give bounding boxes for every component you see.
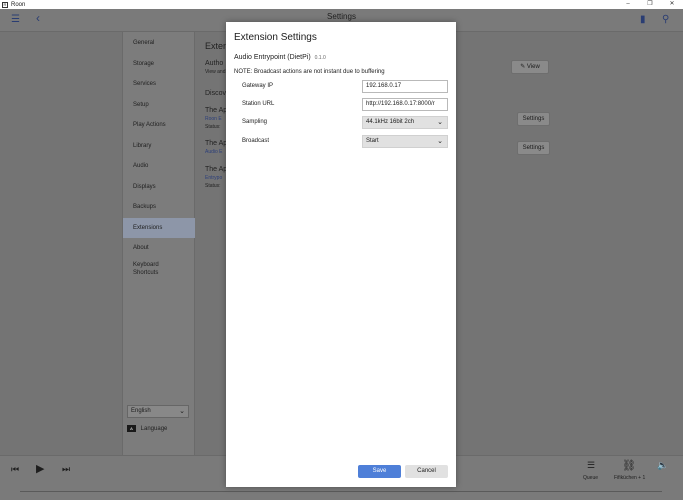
dialog-title: Extension Settings: [234, 32, 317, 43]
maximize-button[interactable]: ❐: [639, 0, 661, 9]
cancel-button[interactable]: Cancel: [405, 465, 448, 478]
nav-item-play-actions[interactable]: Play Actions: [133, 122, 166, 128]
language-row: A Language: [127, 425, 167, 432]
nav-item-displays[interactable]: Displays: [133, 184, 156, 190]
broadcast-label: Broadcast: [242, 138, 270, 144]
chevron-down-icon: ⌄: [437, 138, 443, 145]
window-controls: – ❐ ✕: [617, 0, 683, 9]
zone-label[interactable]: Fifiküchen + 1: [614, 475, 645, 481]
previous-track-icon[interactable]: ⏮: [11, 464, 19, 475]
language-label: Language: [140, 426, 168, 433]
sampling-select[interactable]: 44.1kHz 16bit 2ch ⌄: [362, 116, 448, 129]
nav-item-keyboard[interactable]: Keyboard: [133, 262, 159, 268]
window-titlebar: R Roon – ❐ ✕: [0, 0, 683, 9]
broadcast-value: Start: [366, 138, 379, 144]
extension-name: Audio Entrypoint (DietPi): [234, 54, 311, 61]
extension-version: 0.1.0: [314, 55, 326, 61]
minimize-button[interactable]: –: [617, 0, 639, 9]
queue-icon[interactable]: ☰: [587, 460, 595, 471]
save-button[interactable]: Save: [358, 465, 401, 478]
queue-label[interactable]: Queue: [583, 475, 598, 481]
sampling-label: Sampling: [242, 119, 268, 125]
nav-item-extensions[interactable]: Extensions: [133, 225, 162, 231]
buffering-note: NOTE: Broadcast actions are not instant …: [234, 69, 385, 75]
nav-item-backups[interactable]: Backups: [133, 204, 156, 210]
zone-link-icon[interactable]: ⛓: [622, 459, 636, 472]
search-icon[interactable]: ⚲: [662, 14, 669, 25]
nav-item-storage[interactable]: Storage: [133, 61, 154, 67]
nav-item-setup[interactable]: Setup: [133, 102, 149, 108]
extension-name-line: Audio Entrypoint (DietPi) 0.1.0: [234, 54, 326, 61]
extension-2-settings-button[interactable]: Settings: [517, 141, 550, 155]
broadcast-select[interactable]: Start ⌄: [362, 135, 448, 148]
next-track-icon[interactable]: ⏭: [62, 464, 70, 475]
extension-3-status: Status:: [205, 183, 221, 189]
nav-item-library[interactable]: Library: [133, 143, 151, 149]
station-url-input[interactable]: http://192.168.0.17:8000/r: [362, 98, 448, 111]
bookmark-icon[interactable]: ▮: [640, 14, 646, 25]
play-icon[interactable]: ▶: [36, 462, 44, 475]
extension-1-name: The Ap: [205, 107, 228, 114]
close-button[interactable]: ✕: [661, 0, 683, 9]
nav-item-shortcuts[interactable]: Shortcuts: [133, 270, 158, 276]
chevron-down-icon: ⌄: [179, 408, 185, 415]
extension-2-name: The Ap: [205, 140, 228, 147]
sampling-value: 44.1kHz 16bit 2ch: [366, 119, 415, 125]
settings-nav: General Storage Services Setup Play Acti…: [122, 32, 195, 455]
view-button[interactable]: ✎ View: [511, 60, 549, 74]
extensions-heading: Exten: [205, 41, 229, 51]
edit-icon: ✎: [520, 64, 526, 70]
station-url-label: Station URL: [242, 101, 275, 107]
chevron-down-icon: ⌄: [437, 119, 443, 126]
progress-bar[interactable]: [20, 491, 662, 492]
gateway-ip-input[interactable]: 192.168.0.17: [362, 80, 448, 93]
language-icon: A: [127, 425, 136, 432]
extension-3-name: The Ap: [205, 166, 228, 173]
extension-settings-dialog: Extension Settings Audio Entrypoint (Die…: [226, 22, 456, 487]
authorized-sub: View and: [205, 69, 226, 75]
extension-2-sub[interactable]: Audio E: [205, 149, 223, 155]
nav-item-about[interactable]: About: [133, 245, 149, 251]
authorized-label: Autho: [205, 60, 224, 67]
page-title: Settings: [327, 12, 356, 21]
volume-icon[interactable]: 🔈: [657, 460, 668, 471]
nav-item-general[interactable]: General: [133, 40, 154, 46]
language-select[interactable]: English ⌄: [127, 405, 189, 418]
extension-1-status: Status:: [205, 124, 221, 130]
roon-logo-icon: R: [2, 1, 8, 8]
nav-item-services[interactable]: Services: [133, 81, 156, 87]
window-title: Roon: [11, 1, 26, 8]
language-value: English: [131, 408, 151, 414]
extension-3-sub[interactable]: Entrypo: [205, 175, 222, 181]
discover-label: Discov: [205, 90, 227, 97]
extension-1-sub[interactable]: Roon E: [205, 116, 222, 122]
nav-item-audio[interactable]: Audio: [133, 163, 148, 169]
gateway-ip-label: Gateway IP: [242, 83, 274, 89]
extension-1-settings-button[interactable]: Settings: [517, 112, 550, 126]
